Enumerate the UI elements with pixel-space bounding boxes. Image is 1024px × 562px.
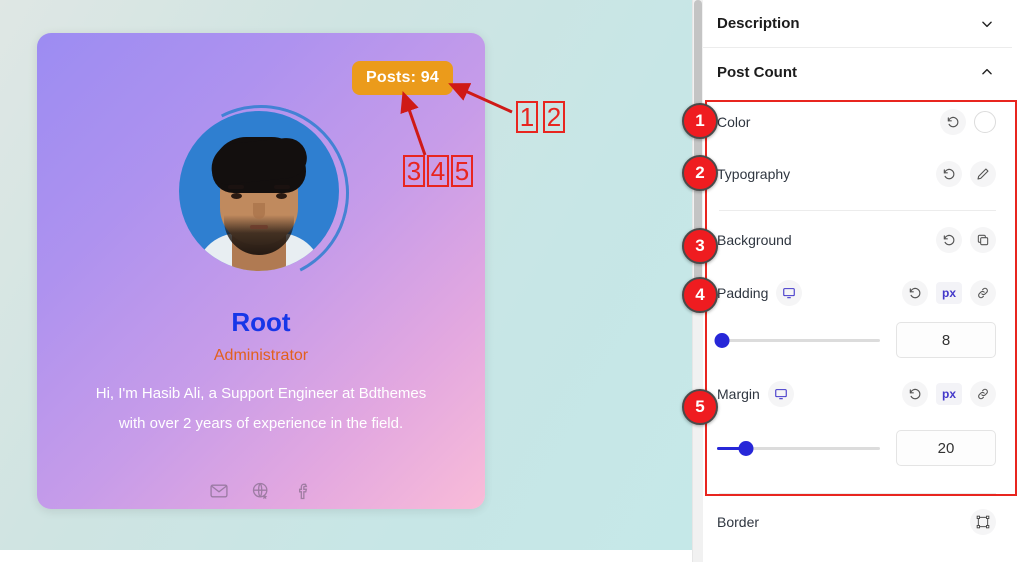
app-root: Posts: 94 Root Administrator Hi, I'm Has…	[0, 0, 1024, 562]
reset-icon[interactable]	[936, 227, 962, 253]
desktop-icon[interactable]	[776, 280, 803, 306]
social-links	[37, 481, 485, 501]
step-marker-4: 4	[682, 277, 718, 313]
section-post-count-title: Post Count	[717, 63, 797, 81]
control-border[interactable]: Border	[703, 494, 1012, 550]
padding-value-input[interactable]: 8	[896, 322, 996, 358]
control-typography-label: Typography	[717, 166, 791, 182]
callout-box-4: 4	[427, 155, 449, 187]
chevron-down-icon[interactable]	[980, 17, 994, 31]
transform-corners-icon[interactable]	[970, 509, 996, 535]
avatar	[150, 82, 372, 304]
padding-slider-track	[717, 338, 880, 342]
reset-icon[interactable]	[901, 381, 928, 407]
control-margin-label-group: Margin	[717, 381, 794, 407]
padding-slider-knob[interactable]	[714, 332, 730, 348]
layers-icon[interactable]	[970, 227, 996, 253]
preview-footer-strip	[0, 550, 692, 562]
control-background[interactable]: Background	[703, 211, 1012, 269]
pencil-icon[interactable]	[970, 161, 996, 187]
margin-slider-row: 20	[703, 425, 1012, 471]
settings-panel: Description Post Count Color Typography …	[692, 0, 1024, 562]
step-marker-1: 1	[682, 103, 718, 139]
chevron-up-icon[interactable]	[980, 65, 994, 79]
link-icon[interactable]	[970, 381, 996, 407]
unit-px-button[interactable]: px	[935, 383, 962, 405]
profile-bio: Hi, I'm Hasib Ali, a Support Engineer at…	[61, 379, 461, 439]
reset-icon[interactable]	[901, 280, 928, 306]
profile-bio-line-2: with over 2 years of experience in the f…	[118, 415, 404, 432]
callout-box-3: 3	[403, 155, 425, 187]
control-margin-label: Margin	[717, 386, 760, 402]
padding-slider-row: 8	[703, 317, 1012, 363]
control-background-label: Background	[717, 232, 792, 248]
unit-px-button[interactable]: px	[935, 282, 962, 304]
margin-slider-knob[interactable]	[738, 440, 754, 456]
color-swatch-icon[interactable]	[974, 111, 996, 133]
link-icon[interactable]	[970, 280, 996, 306]
email-icon[interactable]	[209, 481, 229, 501]
reset-icon[interactable]	[936, 161, 962, 187]
avatar-photo	[179, 111, 339, 271]
callout-box-5: 5	[451, 155, 473, 187]
section-description[interactable]: Description	[703, 0, 1012, 48]
control-color-label: Color	[717, 114, 751, 130]
globe-icon[interactable]	[251, 481, 271, 501]
control-margin[interactable]: Margin px	[703, 363, 1012, 425]
profile-name: Root	[231, 307, 291, 337]
reset-icon[interactable]	[940, 109, 966, 135]
control-padding[interactable]: Padding px	[703, 269, 1012, 317]
profile-bio-line-1: Hi, I'm Hasib Ali, a Support Engineer at…	[95, 385, 427, 402]
control-typography[interactable]: Typography	[703, 148, 1012, 200]
control-padding-label: Padding	[717, 285, 769, 301]
step-marker-3: 3	[682, 228, 718, 264]
desktop-icon[interactable]	[767, 381, 794, 407]
control-border-label: Border	[717, 514, 760, 530]
control-color[interactable]: Color	[703, 96, 1012, 148]
posts-count-badge[interactable]: Posts: 94	[352, 61, 453, 95]
control-padding-label-group: Padding	[717, 280, 803, 306]
step-marker-2: 2	[682, 155, 718, 191]
section-description-title: Description	[717, 15, 800, 32]
callout-box-1: 1	[516, 101, 538, 133]
preview-canvas: Posts: 94 Root Administrator Hi, I'm Has…	[0, 0, 692, 550]
section-post-count[interactable]: Post Count	[703, 48, 1012, 96]
margin-value-input[interactable]: 20	[896, 430, 996, 466]
facebook-icon[interactable]	[293, 481, 313, 501]
padding-slider[interactable]	[714, 328, 880, 352]
profile-card[interactable]: Posts: 94 Root Administrator Hi, I'm Has…	[37, 33, 485, 509]
step-marker-5: 5	[682, 389, 718, 425]
callout-box-2: 2	[543, 101, 565, 133]
margin-slider[interactable]	[717, 436, 880, 460]
profile-role: Administrator	[213, 347, 309, 364]
